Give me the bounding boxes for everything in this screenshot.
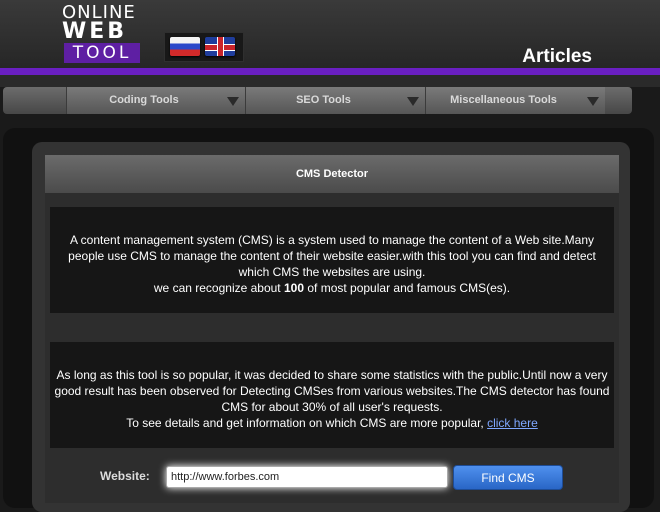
- logo-line-tool: TOOL: [64, 43, 140, 63]
- site-header: ONLINE WEB TOOL Articles: [0, 0, 660, 68]
- site-logo[interactable]: ONLINE WEB TOOL: [62, 4, 142, 63]
- russian-flag-icon[interactable]: [170, 37, 200, 56]
- intro-line: people use CMS to manage the content of …: [68, 249, 596, 263]
- english-flag-icon[interactable]: [205, 37, 235, 56]
- panel-title: CMS Detector: [45, 155, 619, 193]
- chevron-down-icon: [407, 97, 419, 106]
- stats-text: To see details and get information on wh…: [126, 416, 488, 430]
- click-here-link[interactable]: click here: [487, 416, 538, 430]
- nav-item-miscellaneous-tools[interactable]: Miscellaneous Tools: [425, 87, 605, 114]
- nav-item-label: SEO Tools: [296, 94, 351, 106]
- stats-line: As long as this tool is so popular, it w…: [56, 368, 608, 382]
- intro-line: A content management system (CMS) is a s…: [69, 233, 595, 247]
- chevron-down-icon: [227, 97, 239, 106]
- website-input[interactable]: [166, 466, 448, 488]
- chevron-down-icon: [587, 97, 599, 106]
- nav-item-label: Coding Tools: [109, 94, 179, 106]
- cms-count: 100: [283, 281, 305, 295]
- nav-item-coding-tools[interactable]: Coding Tools: [66, 87, 245, 114]
- intro-box: A content management system (CMS) is a s…: [50, 207, 614, 313]
- stats-line: good result has been observed for Detect…: [54, 384, 610, 398]
- stats-line-link: To see details and get information on wh…: [54, 415, 610, 431]
- articles-link[interactable]: Articles: [522, 46, 592, 68]
- nav-item-seo-tools[interactable]: SEO Tools: [245, 87, 425, 114]
- intro-line-count: we can recognize about 100 of most popul…: [64, 280, 600, 296]
- stats-line: CMS for about 30% of all user's requests…: [221, 400, 443, 414]
- main-navigation: Coding Tools SEO Tools Miscellaneous Too…: [3, 87, 632, 114]
- find-cms-button[interactable]: Find CMS: [453, 465, 563, 490]
- intro-line: which CMS the websites are using.: [238, 265, 426, 279]
- intro-text: we can recognize about: [153, 281, 284, 295]
- language-switcher: [164, 32, 244, 62]
- nav-item-label: Miscellaneous Tools: [450, 94, 557, 106]
- website-label: Website:: [100, 469, 150, 483]
- logo-line-web: WEB: [62, 19, 128, 44]
- stats-box: As long as this tool is so popular, it w…: [50, 342, 614, 448]
- accent-bar: [0, 68, 660, 75]
- intro-text: of most popular and famous CMS(es).: [304, 281, 511, 295]
- header-divider: [0, 75, 660, 87]
